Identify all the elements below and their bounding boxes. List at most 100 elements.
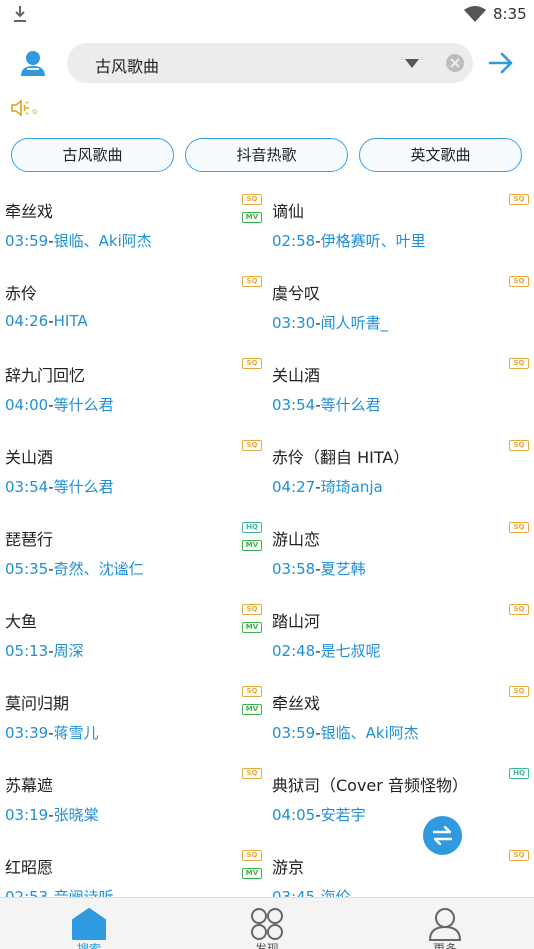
sq-badge: SQ (509, 522, 529, 533)
mv-badge[interactable]: MV (242, 212, 262, 223)
sq-badge: SQ (509, 276, 529, 287)
song-meta: 02:53-音阙诗听 (5, 888, 114, 897)
song-title: 大鱼 (5, 612, 38, 631)
song-meta: 05:35-奇然、沈谧仁 (5, 560, 144, 578)
song-meta: 03:30-闻人听書_ (272, 314, 389, 332)
song-meta: 03:45-海伦 (272, 888, 351, 897)
song-meta: 03:54-等什么君 (5, 478, 114, 496)
sq-badge: SQ (242, 768, 262, 779)
song-title: 莫问归期 (5, 694, 70, 713)
nav-search[interactable]: 搜索 (0, 898, 178, 949)
song-title: 赤伶 (5, 284, 38, 303)
song-meta: 03:54-等什么君 (272, 396, 381, 414)
sq-badge: SQ (509, 686, 529, 697)
sq-badge: SQ (509, 604, 529, 615)
sq-badge: SQ (242, 686, 262, 697)
chip-english[interactable]: 英文歌曲 (359, 138, 522, 172)
search-query-text[interactable]: 古风歌曲 (95, 53, 159, 77)
song-item[interactable]: 游京 03:45-海伦 SQ (267, 842, 534, 897)
song-item[interactable]: 关山酒 03:54-等什么君 SQ (0, 432, 267, 514)
search-input[interactable]: 古风歌曲 (67, 43, 473, 83)
arrow-right-icon[interactable] (488, 50, 514, 76)
song-meta: 03:58-夏艺韩 (272, 560, 366, 578)
sq-badge: SQ (242, 440, 262, 451)
song-title: 关山酒 (272, 366, 321, 385)
speaker-icon (11, 99, 29, 117)
sq-badge: SQ (509, 440, 529, 451)
song-title: 游京 (272, 858, 305, 877)
song-item[interactable]: 苏幕遮 03:19-张晓棠 SQ (0, 760, 267, 842)
song-title: 琵琶行 (5, 530, 54, 549)
song-item[interactable]: 赤伶（翻自 HITA） 04:27-琦琦anja SQ (267, 432, 534, 514)
song-title: 辞九门回忆 (5, 366, 86, 385)
song-item[interactable]: 红昭愿 02:53-音阙诗听 SQ MV (0, 842, 267, 897)
song-meta: 03:39-蒋雪儿 (5, 724, 99, 742)
sq-badge: SQ (242, 850, 262, 861)
clear-icon[interactable] (445, 53, 465, 73)
song-meta: 03:59-银临、Aki阿杰 (272, 724, 419, 742)
search-row: 古风歌曲 (0, 40, 534, 86)
swap-button[interactable] (423, 816, 462, 855)
chevron-down-icon[interactable] (405, 59, 419, 68)
sq-badge: SQ (242, 194, 262, 205)
chip-gufeng[interactable]: 古风歌曲 (11, 138, 174, 172)
sq-badge: SQ (509, 358, 529, 369)
profile-icon (428, 908, 462, 941)
swap-icon (432, 826, 453, 845)
hq-badge: HQ (509, 768, 529, 779)
nav-search-label: 搜索 (76, 942, 101, 949)
nav-discover-label: 发现 (254, 942, 279, 949)
quick-search-chips: 古风歌曲 抖音热歌 英文歌曲 (0, 138, 534, 174)
sq-badge: SQ (242, 604, 262, 615)
song-meta: 04:26-HITA (5, 312, 88, 330)
download-icon (14, 6, 26, 22)
chip-douyin[interactable]: 抖音热歌 (185, 138, 348, 172)
hq-badge: HQ (242, 522, 262, 533)
discover-icon (251, 908, 283, 940)
nav-more-label: 更多 (432, 942, 457, 949)
song-title: 牵丝戏 (272, 694, 321, 713)
song-item[interactable]: 谪仙 02:58-伊格赛听、叶里 SQ (267, 186, 534, 268)
mv-badge[interactable]: MV (242, 622, 262, 633)
song-title: 苏幕遮 (5, 776, 54, 795)
home-search-icon (72, 908, 106, 940)
sq-badge: SQ (509, 194, 529, 205)
song-item[interactable]: 游山恋 03:58-夏艺韩 SQ (267, 514, 534, 596)
wifi-icon (464, 6, 486, 22)
notice-text: 。 (32, 101, 46, 117)
status-time: 8:35 (493, 5, 527, 23)
sq-badge: SQ (242, 276, 262, 287)
song-meta: 04:00-等什么君 (5, 396, 114, 414)
song-item[interactable]: 莫问归期 03:39-蒋雪儿 SQ MV (0, 678, 267, 760)
mv-badge[interactable]: MV (242, 704, 262, 715)
song-title: 关山酒 (5, 448, 54, 467)
status-bar: 8:35 (0, 0, 534, 30)
song-item[interactable]: 牵丝戏 03:59-银临、Aki阿杰 SQ MV (0, 186, 267, 268)
song-meta: 03:19-张晓棠 (5, 806, 99, 824)
song-title: 红昭愿 (5, 858, 54, 877)
song-item[interactable]: 虞兮叹 03:30-闻人听書_ SQ (267, 268, 534, 350)
song-title: 赤伶（翻自 HITA） (272, 448, 410, 467)
nav-more[interactable]: 更多 (356, 898, 534, 949)
song-meta: 05:13-周深 (5, 642, 84, 660)
song-title: 游山恋 (272, 530, 321, 549)
song-meta: 04:27-琦琦anja (272, 478, 383, 496)
song-meta: 04:05-安若宇 (272, 806, 366, 824)
song-item[interactable]: 典狱司（Cover 音频怪物） 04:05-安若宇 HQ (267, 760, 534, 842)
mv-badge[interactable]: MV (242, 868, 262, 879)
song-item[interactable]: 赤伶 04:26-HITA SQ (0, 268, 267, 350)
song-list[interactable]: 牵丝戏 03:59-银临、Aki阿杰 SQ MV 谪仙 02:58-伊格赛听、叶… (0, 186, 534, 897)
mv-badge[interactable]: MV (242, 540, 262, 551)
song-item[interactable]: 大鱼 05:13-周深 SQ MV (0, 596, 267, 678)
song-item[interactable]: 牵丝戏 03:59-银临、Aki阿杰 SQ (267, 678, 534, 760)
user-avatar-icon[interactable] (18, 48, 48, 78)
song-item[interactable]: 关山酒 03:54-等什么君 SQ (267, 350, 534, 432)
song-item[interactable]: 琵琶行 05:35-奇然、沈谧仁 HQ MV (0, 514, 267, 596)
song-title: 谪仙 (272, 202, 305, 221)
nav-discover[interactable]: 发现 (178, 898, 356, 949)
song-title: 虞兮叹 (272, 284, 321, 303)
song-item[interactable]: 踏山河 02:48-是七叔呢 SQ (267, 596, 534, 678)
song-item[interactable]: 辞九门回忆 04:00-等什么君 SQ (0, 350, 267, 432)
song-meta: 02:48-是七叔呢 (272, 642, 381, 660)
bottom-nav: 搜索 发现 更多 (0, 897, 534, 949)
